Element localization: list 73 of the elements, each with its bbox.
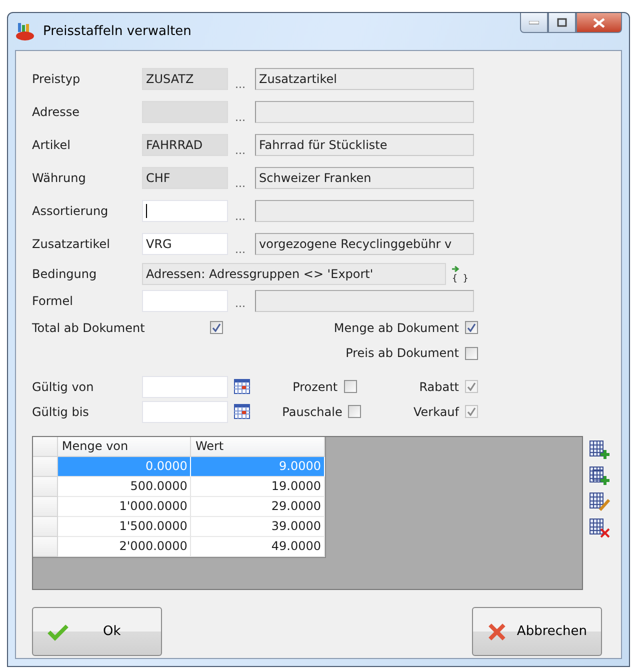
checkbox[interactable] [465, 321, 478, 334]
table-cell: 19.0000 [191, 477, 325, 497]
description-field: vorgezogene Recyclinggebühr v [255, 232, 474, 254]
checkbox[interactable] [465, 346, 478, 360]
checkbox-label: Menge ab Dokument [334, 320, 459, 334]
table-cell: 29.0000 [191, 497, 325, 517]
browse-button[interactable]: ... [228, 297, 246, 314]
date-field[interactable] [142, 400, 228, 422]
table-cell: 1'000.0000 [58, 497, 192, 517]
checkbox[interactable] [344, 380, 357, 393]
browse-button[interactable]: ... [228, 78, 246, 95]
checkmark-icon [47, 622, 69, 640]
field-label: Artikel [32, 138, 70, 152]
table-cell: 500.0000 [58, 477, 192, 497]
code-field: CHF [142, 166, 228, 188]
cross-icon [487, 622, 507, 642]
browse-button[interactable]: ... [228, 243, 246, 260]
window-title: Preisstaffeln verwalten [43, 24, 192, 39]
browse-button[interactable]: ... [228, 111, 246, 128]
delete-row-icon[interactable] [589, 518, 611, 538]
checkbox-label: Rabatt [419, 380, 459, 394]
checkbox-label: Verkauf [414, 404, 460, 418]
app-icon [15, 22, 35, 42]
code-field[interactable]: VRG [142, 232, 228, 254]
table-cell: 0.0000 [58, 457, 192, 477]
description-field: Schweizer Franken [255, 166, 474, 188]
browse-button[interactable]: ... [228, 210, 246, 227]
code-field: FAHRRAD [142, 134, 228, 156]
code-field: ZUSATZ [142, 68, 228, 90]
field-label: Gültig von [32, 380, 95, 394]
maximize-icon [557, 18, 567, 27]
checkbox-label: Prozent [292, 380, 338, 394]
field-label: Währung [32, 170, 86, 184]
add-row-icon[interactable] [589, 440, 611, 460]
condition-field: Adressen: Adressgruppen <> 'Export' [142, 262, 446, 284]
description-field: Zusatzartikel [255, 68, 474, 90]
field-label: Gültig bis [32, 404, 90, 418]
column-header[interactable]: Menge von [58, 437, 192, 457]
table-cell: 39.0000 [191, 517, 325, 537]
table-cell: 9.0000 [191, 457, 325, 477]
edit-row-icon[interactable] [589, 492, 611, 512]
table-cell: 1'500.0000 [58, 517, 192, 537]
checkbox[interactable] [210, 321, 223, 334]
copy-row-icon[interactable] [589, 466, 611, 486]
browse-button[interactable]: ... [228, 177, 246, 194]
minimize-button[interactable] [520, 13, 548, 33]
table-cell: 49.0000 [191, 537, 325, 557]
field-label: Formel [32, 294, 73, 308]
row-header [33, 437, 58, 457]
checkbox-label: Pauschale [282, 404, 342, 418]
ok-button[interactable]: Ok [32, 607, 162, 656]
field-label: Preistyp [32, 72, 80, 86]
calendar-icon[interactable] [234, 404, 250, 419]
browse-button[interactable]: ... [228, 144, 246, 161]
minimize-icon [529, 20, 539, 24]
description-field: Fahrrad für Stückliste [255, 134, 474, 156]
field-label: Adresse [32, 104, 80, 118]
maximize-button[interactable] [548, 13, 576, 33]
field-label: Zusatzartikel [32, 236, 110, 250]
close-icon [593, 18, 605, 28]
calendar-icon[interactable] [234, 379, 250, 394]
table-cell: 2'000.0000 [58, 537, 192, 557]
checkbox-label: Total ab Dokument [32, 320, 146, 334]
code-field[interactable] [142, 200, 228, 222]
code-field[interactable] [142, 290, 228, 312]
field-label: Bedingung [32, 266, 97, 280]
date-field[interactable] [142, 376, 228, 398]
cancel-button[interactable]: Abbrechen [472, 607, 602, 656]
close-button[interactable] [576, 13, 622, 33]
field-label: Assortierung [32, 204, 108, 218]
checkbox-label: Preis ab Dokument [346, 346, 459, 360]
column-header[interactable]: Wert [191, 437, 325, 457]
checkbox[interactable] [348, 405, 362, 418]
